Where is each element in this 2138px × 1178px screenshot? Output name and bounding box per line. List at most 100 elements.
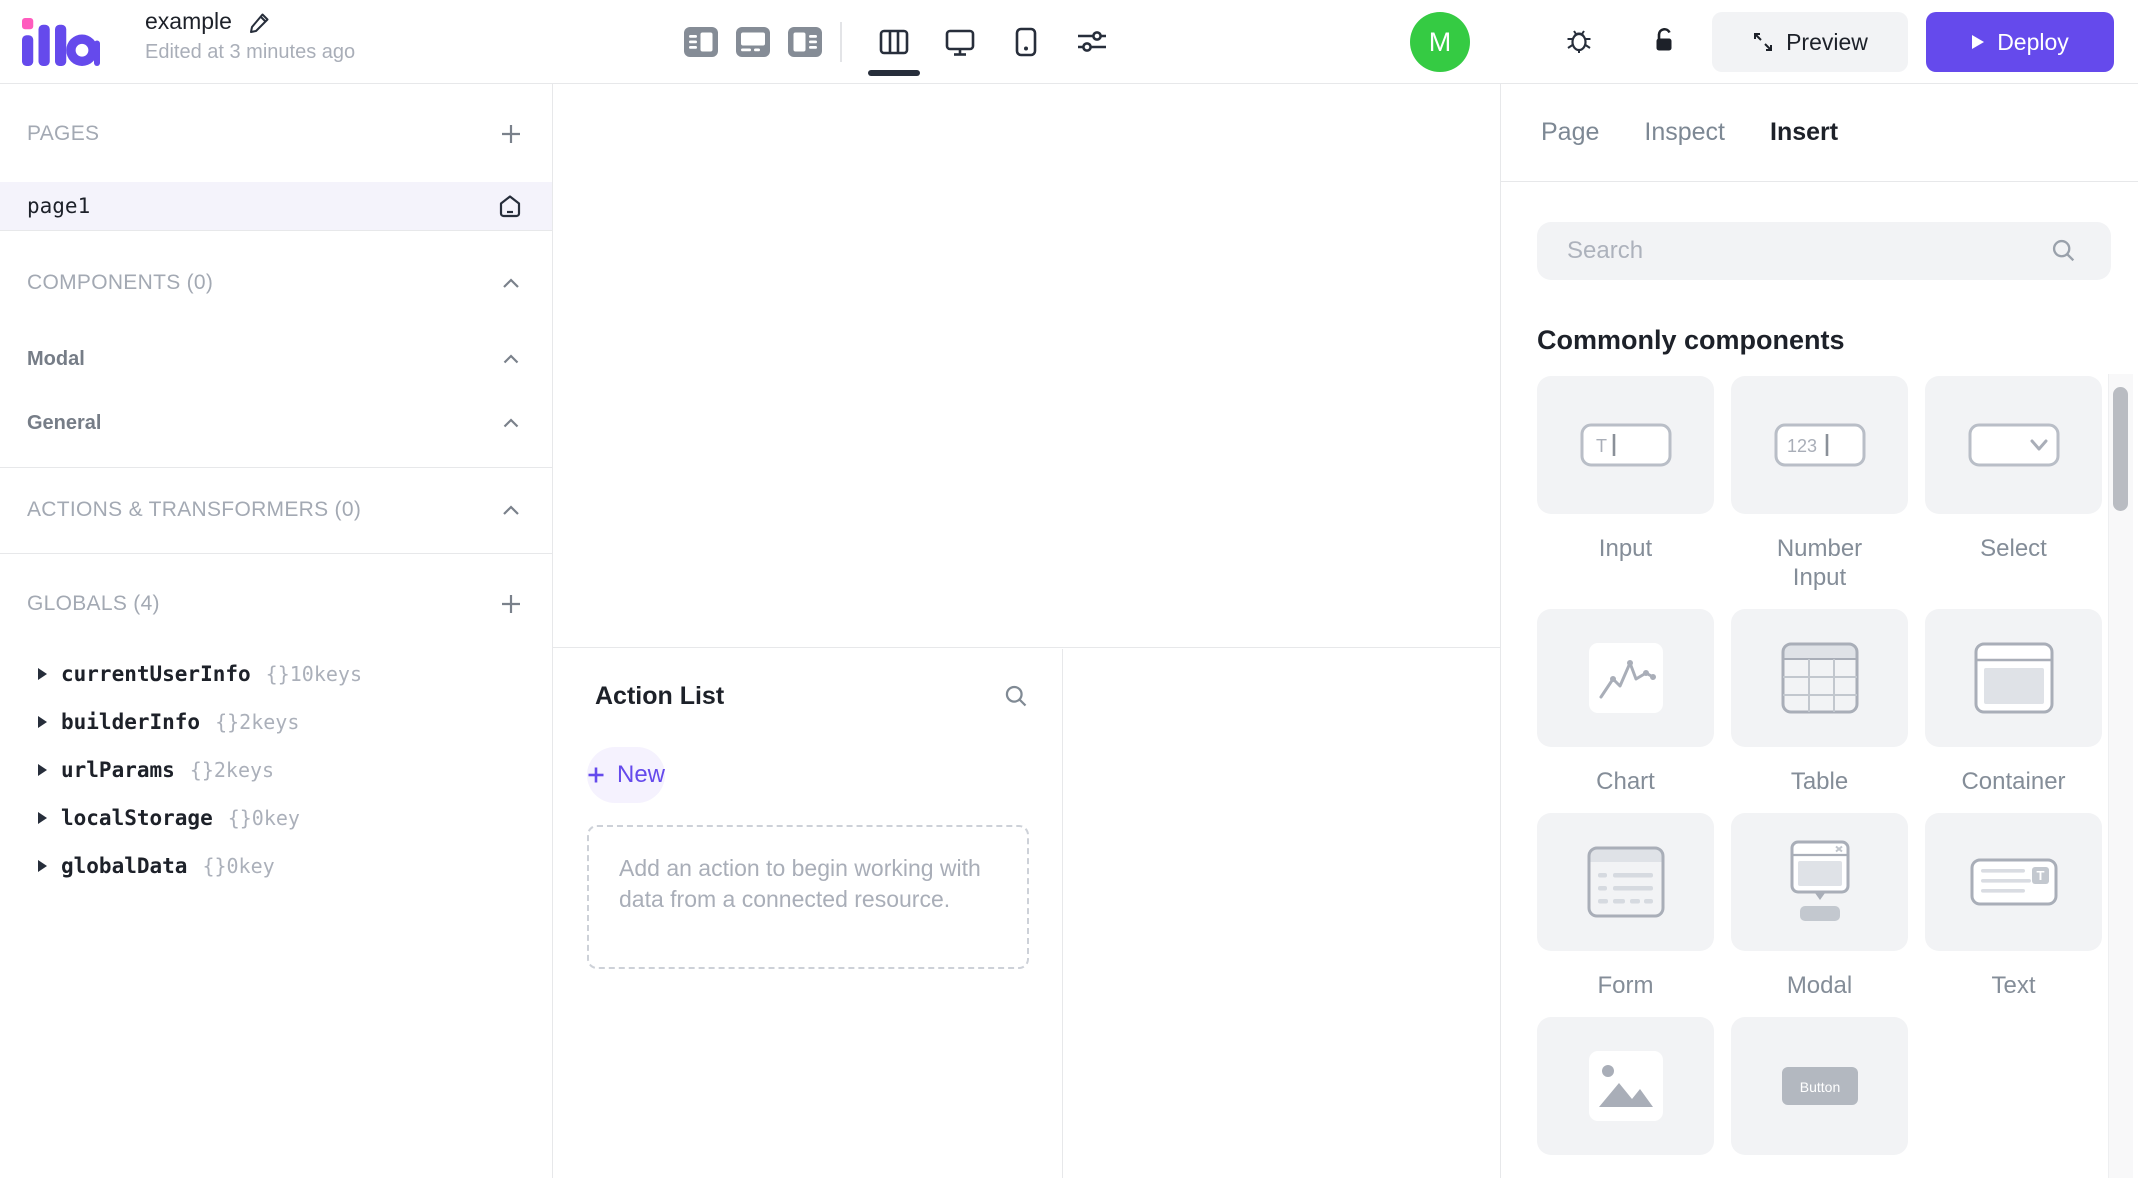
new-action-button[interactable]: New <box>587 747 666 803</box>
illa-logo[interactable] <box>22 17 100 67</box>
debug-bug-icon[interactable] <box>1564 25 1594 60</box>
action-detail-empty-area <box>1064 649 1500 1178</box>
component-label: Container <box>1961 768 2066 795</box>
component-card-text[interactable]: T Text <box>1925 813 2102 1000</box>
global-item-urlParams[interactable]: urlParams {}2keys <box>0 746 552 794</box>
component-card-container[interactable]: Container <box>1925 609 2102 796</box>
collapse-group-button[interactable] <box>500 412 522 434</box>
sidebar-divider <box>0 467 552 468</box>
image-glyph-icon <box>1537 1017 1714 1155</box>
right-panel-tabs: Page Inspect Insert <box>1501 84 2138 182</box>
edit-pencil-icon[interactable] <box>248 10 272 34</box>
component-label: Select <box>1980 535 2047 562</box>
component-card-table[interactable]: Table <box>1731 609 1908 796</box>
table-glyph-icon <box>1731 609 1908 747</box>
button-glyph-icon: Button <box>1731 1017 1908 1155</box>
search-icon <box>2052 239 2075 262</box>
tablet-view-icon[interactable] <box>1010 26 1042 58</box>
topbar-right-group: M Preview Deploy <box>1410 0 2114 84</box>
component-search-input[interactable] <box>1537 222 2111 280</box>
text-input-glyph-icon: T <box>1537 376 1714 514</box>
toggle-right-panel-icon[interactable] <box>788 27 822 57</box>
svg-text:T: T <box>1596 436 1607 456</box>
text-glyph-icon: T <box>1925 813 2102 951</box>
user-avatar[interactable]: M <box>1410 12 1470 72</box>
page-name: page1 <box>27 194 91 218</box>
commonly-components-heading: Commonly components <box>1537 325 1845 355</box>
empty-action-hint-box: Add an action to begin working with data… <box>587 825 1029 969</box>
component-group-general[interactable]: General <box>0 399 552 447</box>
component-card-image[interactable] <box>1537 1017 1714 1175</box>
toggle-bottom-panel-icon[interactable] <box>736 27 770 57</box>
global-item-builderInfo[interactable]: builderInfo {}2keys <box>0 698 552 746</box>
plus-icon <box>502 595 520 613</box>
number-input-glyph-icon: 123 <box>1731 376 1908 514</box>
group-label: Modal <box>27 347 85 370</box>
expand-arrows-icon <box>1754 33 1773 51</box>
chevron-up-icon <box>503 504 519 515</box>
pages-header-label: PAGES <box>27 122 100 145</box>
canvas-columns-view-icon[interactable] <box>868 26 920 76</box>
plus-icon <box>588 767 604 783</box>
component-card-number-input[interactable]: 123 Number Input <box>1731 376 1908 592</box>
top-bar: example Edited at 3 minutes ago M Previe… <box>0 0 2138 84</box>
component-group-modal[interactable]: Modal <box>0 335 552 383</box>
sidebar-divider <box>0 553 552 554</box>
global-item-globalData[interactable]: globalData {}0key <box>0 842 552 890</box>
desktop-view-icon[interactable] <box>944 26 976 58</box>
home-icon <box>499 195 521 218</box>
component-search <box>1537 222 2111 280</box>
component-card-button[interactable]: Button <box>1731 1017 1908 1175</box>
globals-section-header: GLOBALS (4) <box>0 572 552 636</box>
actions-header-label: ACTIONS & TRANSFORMERS (0) <box>27 498 362 521</box>
sidebar-divider <box>0 230 552 231</box>
edited-status: Edited at 3 minutes ago <box>145 41 356 63</box>
unlock-icon[interactable] <box>1650 25 1680 60</box>
pages-section-header: PAGES <box>0 102 552 166</box>
collapse-components-button[interactable] <box>500 272 522 294</box>
canvas-settings-sliders-icon[interactable] <box>1076 26 1108 58</box>
component-grid: T Input 123 Number Input Select Chart Ta… <box>1537 376 2102 1175</box>
expand-triangle-icon <box>38 860 47 872</box>
left-sidebar: PAGES page1 COMPONENTS (0) Modal General… <box>0 84 553 1178</box>
add-global-button[interactable] <box>500 593 522 615</box>
expand-triangle-icon <box>38 716 47 728</box>
component-card-input[interactable]: T Input <box>1537 376 1714 592</box>
components-section-header[interactable]: COMPONENTS (0) <box>0 251 552 315</box>
group-label: General <box>27 411 102 434</box>
action-search-icon[interactable] <box>1003 683 1030 710</box>
chevron-up-icon <box>503 277 519 288</box>
collapse-actions-button[interactable] <box>500 499 522 521</box>
right-panel-scrollbar-track[interactable] <box>2108 374 2133 1178</box>
toolbar-divider <box>840 22 842 62</box>
deploy-button[interactable]: Deploy <box>1926 12 2114 72</box>
editor-canvas[interactable] <box>553 84 1500 648</box>
component-label: Text <box>1991 972 2036 999</box>
component-card-select[interactable]: Select <box>1925 376 2102 592</box>
actions-section-header[interactable]: ACTIONS & TRANSFORMERS (0) <box>0 478 552 542</box>
select-glyph-icon <box>1925 376 2102 514</box>
component-label: Table <box>1790 768 1849 795</box>
global-item-currentUserInfo[interactable]: currentUserInfo {}10keys <box>0 650 552 698</box>
svg-text:123: 123 <box>1787 436 1817 456</box>
tab-page[interactable]: Page <box>1541 118 1599 147</box>
component-card-modal[interactable]: Modal <box>1731 813 1908 1000</box>
add-page-button[interactable] <box>500 123 522 145</box>
avatar-initial: M <box>1428 26 1452 57</box>
modal-glyph-icon <box>1731 813 1908 951</box>
svg-text:Button: Button <box>1799 1079 1839 1095</box>
right-panel-scrollbar-thumb[interactable] <box>2113 387 2128 511</box>
component-label: Modal <box>1786 972 1853 999</box>
component-card-form[interactable]: Form <box>1537 813 1714 1000</box>
tab-insert[interactable]: Insert <box>1770 118 1838 147</box>
toggle-left-panel-icon[interactable] <box>684 27 718 57</box>
component-card-chart[interactable]: Chart <box>1537 609 1714 796</box>
global-item-localStorage[interactable]: localStorage {}0key <box>0 794 552 842</box>
collapse-group-button[interactable] <box>500 348 522 370</box>
preview-button[interactable]: Preview <box>1712 12 1908 72</box>
preview-label: Preview <box>1786 28 1868 55</box>
new-action-label: New <box>617 761 666 788</box>
action-list-panel: Action List New Add an action to begin w… <box>553 649 1063 1178</box>
tab-inspect[interactable]: Inspect <box>1644 118 1725 147</box>
page-list-item-page1[interactable]: page1 <box>0 182 552 230</box>
